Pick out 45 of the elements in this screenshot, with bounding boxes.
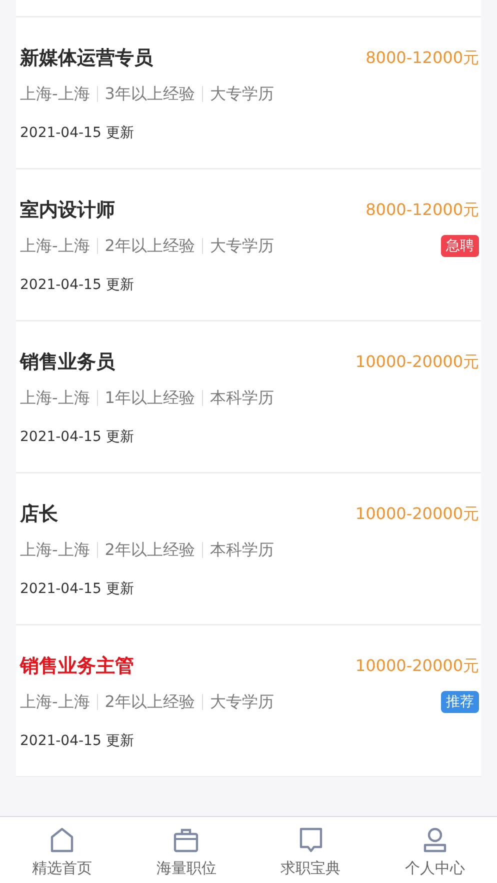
job-title: 销售业务员 xyxy=(20,350,115,375)
update-date: 2021-04-15 更新 xyxy=(20,580,135,598)
job-card[interactable]: 新媒体运营专员 8000-12000元 上海-上海 3年以上经验 大专学历 2021-04-15 更新 xyxy=(16,18,481,169)
job-tag: 2年以上经验 xyxy=(104,692,195,712)
job-badge: 急聘 xyxy=(441,235,479,257)
salary: 10000-20000元 xyxy=(355,352,479,372)
job-tag: 上海-上海 xyxy=(20,236,90,256)
job-title: 新媒体运营专员 xyxy=(20,46,153,71)
nav-tab[interactable]: 精选首页 xyxy=(0,817,124,883)
job-tag: 大专学历 xyxy=(210,692,274,712)
job-tag: 大专学历 xyxy=(210,236,274,256)
job-tag: 上海-上海 xyxy=(20,84,90,104)
job-tag: 1年以上经验 xyxy=(104,388,195,408)
salary: 8000-12000元 xyxy=(366,200,479,220)
nav-tab[interactable]: 个人中心 xyxy=(372,817,497,883)
job-badge: 推荐 xyxy=(441,691,479,713)
nav-tab[interactable]: 求职宝典 xyxy=(248,817,373,883)
job-card[interactable]: 室内设计师 8000-12000元 上海-上海 2年以上经验 大专学历 急聘 2021-04-15 更新 xyxy=(16,170,481,321)
job-tag: 上海-上海 xyxy=(20,540,90,560)
salary: 10000-20000元 xyxy=(355,504,479,524)
briefcase-icon xyxy=(173,826,200,854)
job-tag: 3年以上经验 xyxy=(104,84,195,104)
salary: 8000-12000元 xyxy=(366,48,479,68)
job-title: 销售业务主管 xyxy=(20,654,134,679)
job-tag: 本科学历 xyxy=(210,388,274,408)
update-date: 2021-04-15 更新 xyxy=(20,428,135,446)
job-title: 室内设计师 xyxy=(20,198,115,223)
speech-bubble-icon xyxy=(298,826,324,854)
update-date: 2021-04-15 更新 xyxy=(20,276,135,294)
job-tag: 2年以上经验 xyxy=(104,540,195,560)
job-title: 店长 xyxy=(20,502,58,527)
job-tag: 2年以上经验 xyxy=(104,236,195,256)
nav-tab[interactable]: 海量职位 xyxy=(124,817,248,883)
home-icon xyxy=(49,826,76,854)
update-date: 2021-04-15 更新 xyxy=(20,124,135,142)
salary: 10000-20000元 xyxy=(355,656,479,676)
update-date: 2021-04-15 更新 xyxy=(20,732,135,750)
job-card[interactable]: 销售业务员 10000-20000元 上海-上海 1年以上经验 本科学历 2021-04-15 更新 xyxy=(16,322,481,473)
job-card[interactable]: 店长 10000-20000元 上海-上海 2年以上经验 本科学历 2021-04-15 更新 xyxy=(16,474,481,625)
person-icon xyxy=(422,826,448,854)
job-tag: 大专学历 xyxy=(210,84,274,104)
job-tag: 上海-上海 xyxy=(20,692,90,712)
job-tag: 上海-上海 xyxy=(20,388,90,408)
job-tag: 本科学历 xyxy=(210,540,274,560)
job-card[interactable]: 销售业务主管 10000-20000元 上海-上海 2年以上经验 大专学历 推荐 2021-04-15 更新 xyxy=(16,626,481,777)
